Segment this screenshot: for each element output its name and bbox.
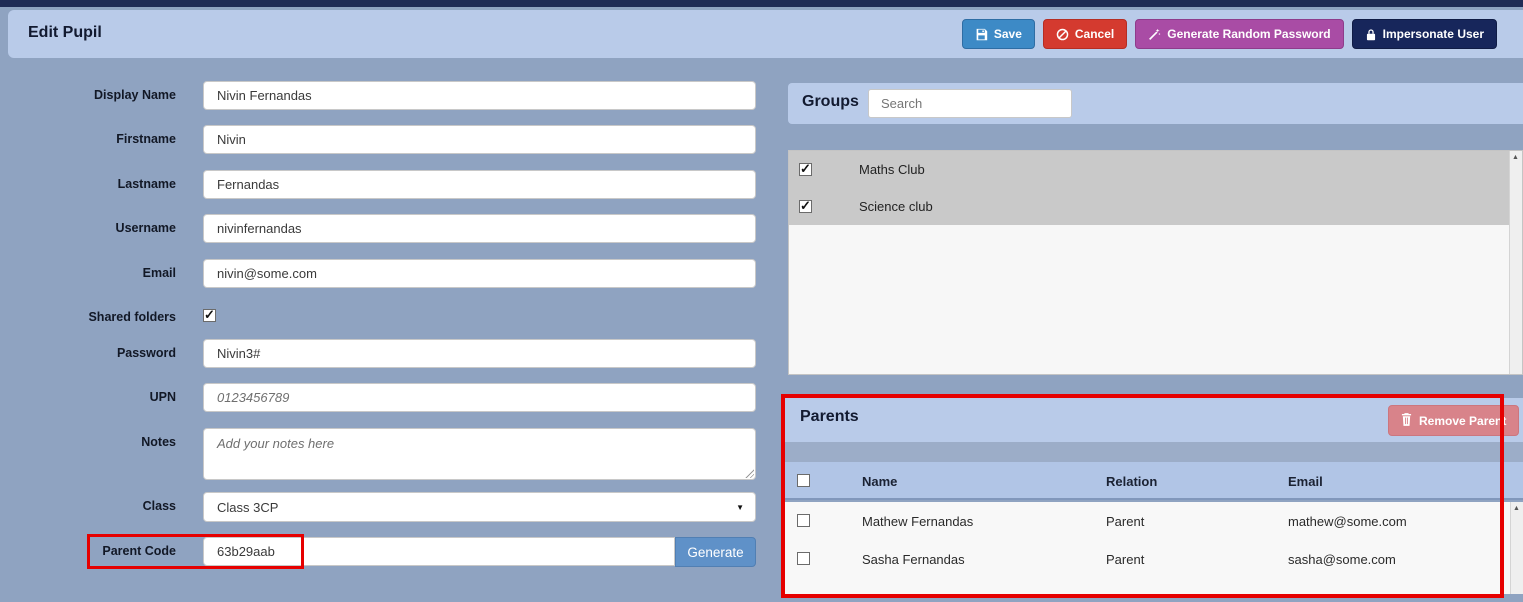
shared-folders-checkbox[interactable] (203, 309, 216, 322)
display-name-input[interactable] (203, 81, 756, 110)
group-row-maths-club[interactable]: Maths Club (789, 151, 1510, 188)
table-row[interactable]: Mathew Fernandas Parent mathew@some.com (785, 502, 1523, 540)
scroll-up-icon[interactable]: ▲ (1512, 154, 1519, 161)
shared-folders-label: Shared folders (0, 310, 190, 324)
chevron-down-icon: ▼ (736, 503, 744, 512)
toolbar: Save Cancel Generate Random Password Imp… (962, 19, 1497, 49)
email-label: Email (0, 266, 190, 280)
username-label: Username (0, 221, 190, 235)
class-label: Class (0, 499, 190, 513)
email-input[interactable] (203, 259, 756, 288)
parent-email: sasha@some.com (1288, 552, 1396, 567)
class-select-value: Class 3CP (217, 500, 278, 515)
parent-email: mathew@some.com (1288, 514, 1407, 529)
group-label: Science club (859, 199, 933, 214)
remove-parent-label: Remove Parent (1419, 414, 1506, 428)
parents-scrollbar[interactable]: ▲ (1510, 502, 1523, 594)
magic-wand-icon (1148, 28, 1161, 41)
impersonate-user-label: Impersonate User (1383, 27, 1484, 41)
group-row-science-club[interactable]: Science club (789, 188, 1510, 225)
parent-relation: Parent (1106, 552, 1144, 567)
select-all-parents-checkbox[interactable] (797, 474, 810, 487)
generate-parent-code-button[interactable]: Generate (675, 537, 756, 567)
save-icon (975, 28, 988, 41)
scroll-up-icon[interactable]: ▲ (1513, 505, 1520, 512)
groups-panel-header: Groups (788, 83, 1523, 124)
display-name-label: Display Name (0, 88, 190, 102)
remove-parent-button[interactable]: Remove Parent (1388, 405, 1519, 436)
column-header-name: Name (862, 474, 897, 489)
parent-relation: Parent (1106, 514, 1144, 529)
password-label: Password (0, 346, 190, 360)
groups-scrollbar[interactable]: ▲ (1509, 151, 1522, 374)
group-label: Maths Club (859, 162, 925, 177)
group-checkbox[interactable] (799, 200, 812, 213)
group-checkbox[interactable] (799, 163, 812, 176)
parent-code-input[interactable] (203, 537, 675, 566)
firstname-label: Firstname (0, 132, 190, 146)
parent-code-label: Parent Code (0, 544, 190, 558)
parents-header-divider (785, 442, 1523, 462)
save-button[interactable]: Save (962, 19, 1035, 49)
username-input[interactable] (203, 214, 756, 243)
lastname-label: Lastname (0, 177, 190, 191)
table-row[interactable]: Sasha Fernandas Parent sasha@some.com (785, 540, 1523, 578)
edit-pupil-page: Edit Pupil Save Cancel Generate Random P… (0, 0, 1523, 602)
top-border-strip (0, 0, 1523, 7)
page-header: Edit Pupil Save Cancel Generate Random P… (8, 10, 1523, 58)
parents-table-body: Mathew Fernandas Parent mathew@some.com … (785, 502, 1523, 594)
page-title: Edit Pupil (28, 24, 102, 42)
notes-textarea[interactable] (203, 428, 756, 480)
generate-random-password-button[interactable]: Generate Random Password (1135, 19, 1343, 49)
class-select[interactable]: Class 3CP ▼ (203, 492, 756, 522)
cancel-button[interactable]: Cancel (1043, 19, 1127, 49)
notes-label: Notes (0, 435, 190, 449)
parent-name: Mathew Fernandas (862, 514, 973, 529)
impersonate-user-button[interactable]: Impersonate User (1352, 19, 1497, 49)
groups-list: Maths Club Science club ▲ (788, 150, 1523, 375)
parents-table-header: Name Relation Email (785, 462, 1523, 500)
column-header-email: Email (1288, 474, 1323, 489)
cancel-icon (1056, 28, 1069, 41)
firstname-input[interactable] (203, 125, 756, 154)
parent-row-checkbox[interactable] (797, 552, 810, 565)
parents-panel-header: Parents Remove Parent (785, 398, 1523, 442)
parent-row-checkbox[interactable] (797, 514, 810, 527)
cancel-button-label: Cancel (1075, 27, 1114, 41)
generate-button-label: Generate (687, 545, 743, 560)
trash-icon (1401, 413, 1412, 429)
lastname-input[interactable] (203, 170, 756, 199)
generate-random-password-label: Generate Random Password (1167, 27, 1330, 41)
groups-search-input[interactable] (868, 89, 1072, 118)
password-input[interactable] (203, 339, 756, 368)
save-button-label: Save (994, 27, 1022, 41)
lock-icon (1365, 28, 1377, 41)
parent-name: Sasha Fernandas (862, 552, 965, 567)
upn-input[interactable] (203, 383, 756, 412)
parents-title: Parents (800, 408, 859, 426)
column-header-relation: Relation (1106, 474, 1157, 489)
groups-title: Groups (802, 93, 859, 111)
upn-label: UPN (0, 390, 190, 404)
